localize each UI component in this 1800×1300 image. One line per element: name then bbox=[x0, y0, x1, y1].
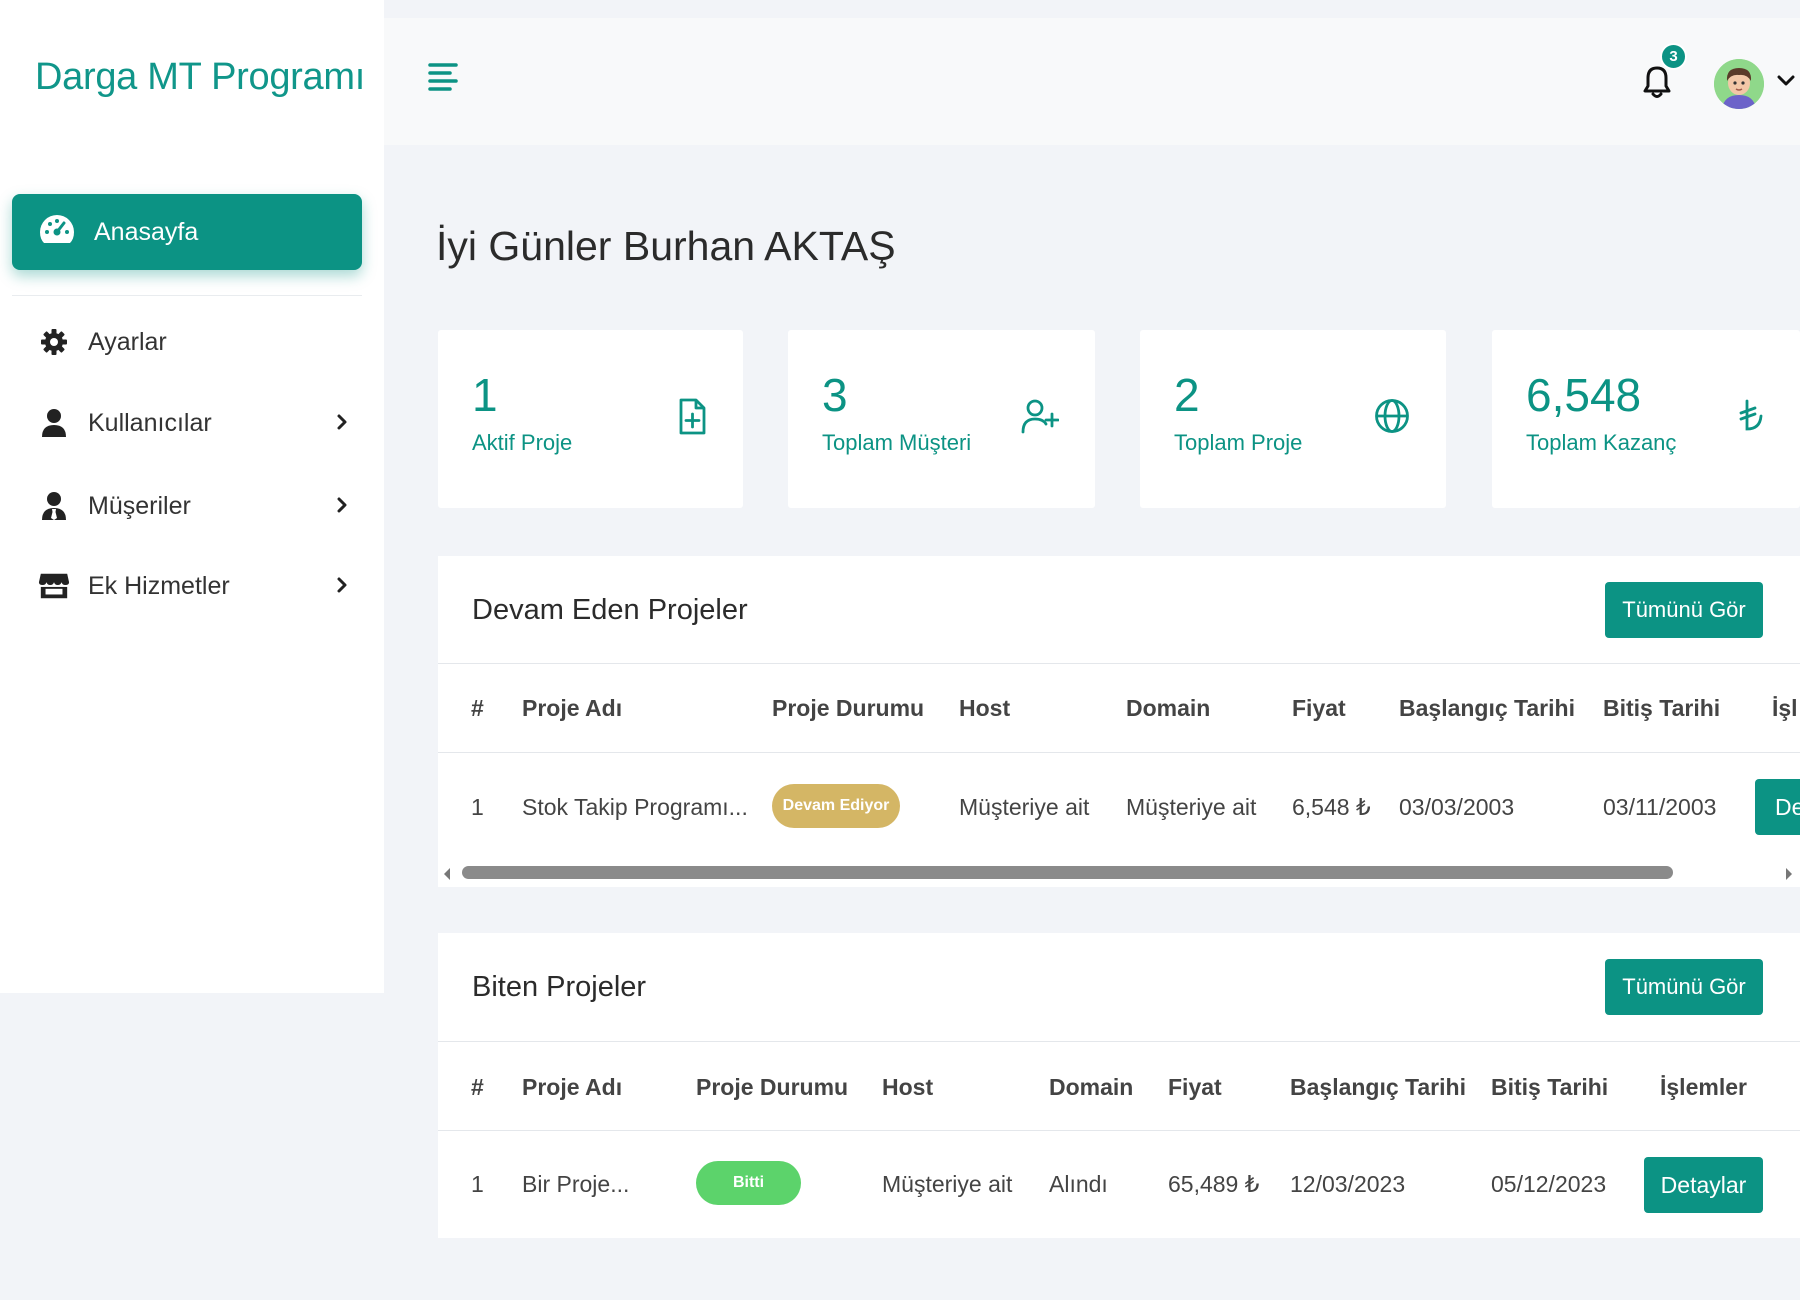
notification-count-badge: 3 bbox=[1660, 43, 1687, 70]
cell-host: Müşteriye ait bbox=[882, 1171, 1013, 1197]
stat-label: Toplam Kazanç bbox=[1526, 430, 1677, 455]
column-header: Proje Adı bbox=[522, 695, 623, 721]
column-header: Bitiş Tarihi bbox=[1491, 1074, 1609, 1100]
column-header: Proje Durumu bbox=[772, 695, 925, 721]
cell-project-name: Bir Proje... bbox=[522, 1171, 630, 1197]
cell-start-date: 12/03/2023 bbox=[1290, 1171, 1406, 1197]
store-icon bbox=[38, 571, 70, 601]
status-badge: Devam Ediyor bbox=[772, 784, 900, 828]
details-button[interactable]: Detaylar bbox=[1644, 1157, 1763, 1213]
page-title: İyi Günler Burhan AKTAŞ bbox=[436, 223, 896, 269]
brand-logo-text[interactable]: Darga MT Programı bbox=[35, 56, 365, 99]
user-avatar[interactable] bbox=[1714, 59, 1764, 109]
stat-value: 3 bbox=[822, 369, 848, 421]
chevron-right-icon bbox=[336, 572, 348, 601]
hamburger-menu-icon[interactable] bbox=[428, 62, 460, 97]
lira-icon bbox=[1738, 398, 1764, 437]
stat-label: Aktif Proje bbox=[472, 430, 573, 455]
chevron-down-icon[interactable] bbox=[1777, 74, 1795, 92]
sidebar: Darga MT Programı Anasayfa Ayarlar Kulla… bbox=[0, 0, 384, 993]
column-header: İşl bbox=[1772, 695, 1798, 721]
cell-row-number: 1 bbox=[471, 794, 484, 820]
stat-card-aktif-proje: 1 Aktif Proje bbox=[438, 330, 743, 508]
view-all-button[interactable]: Tümünü Gör bbox=[1605, 959, 1763, 1015]
view-all-button[interactable]: Tümünü Gör bbox=[1605, 582, 1763, 638]
divider bbox=[438, 663, 1800, 664]
sidebar-item-label: Kullanıcılar bbox=[88, 408, 212, 437]
column-header: Domain bbox=[1126, 695, 1211, 721]
column-header: Başlangıç Tarihi bbox=[1399, 695, 1575, 721]
divider bbox=[438, 752, 1800, 753]
ongoing-projects-card: Devam Eden Projeler Tümünü Gör # Proje A… bbox=[438, 556, 1800, 859]
stat-card-toplam-kazanc: 6,548 Toplam Kazanç bbox=[1492, 330, 1800, 508]
stat-value: 6,548 bbox=[1526, 369, 1642, 421]
globe-icon bbox=[1374, 398, 1410, 439]
dashboard-gauge-icon bbox=[38, 213, 94, 252]
details-button[interactable]: De bbox=[1755, 779, 1800, 835]
status-badge: Bitti bbox=[696, 1161, 801, 1205]
stat-value: 2 bbox=[1174, 369, 1200, 421]
column-header: Fiyat bbox=[1168, 1074, 1222, 1100]
scroll-right-arrow-icon[interactable] bbox=[1784, 867, 1794, 886]
sidebar-item-kullanicilar[interactable]: Kullanıcılar bbox=[38, 398, 348, 448]
sidebar-item-anasayfa[interactable]: Anasayfa bbox=[12, 194, 362, 270]
sidebar-item-museriler[interactable]: Müşeriler bbox=[38, 481, 348, 531]
stat-label: Toplam Proje bbox=[1174, 430, 1303, 455]
cell-row-number: 1 bbox=[471, 1171, 484, 1197]
column-header: Proje Durumu bbox=[696, 1074, 849, 1100]
stat-card-toplam-proje: 2 Toplam Proje bbox=[1140, 330, 1446, 508]
scrollbar-thumb[interactable] bbox=[462, 866, 1673, 879]
stat-card-toplam-musteri: 3 Toplam Müşteri bbox=[788, 330, 1095, 508]
card-title: Biten Projeler bbox=[472, 971, 647, 1003]
column-header: Bitiş Tarihi bbox=[1603, 695, 1721, 721]
card-title: Devam Eden Projeler bbox=[472, 594, 748, 626]
cell-project-name: Stok Takip Programı... bbox=[522, 794, 748, 820]
column-header: # bbox=[471, 1074, 484, 1100]
column-header: Proje Adı bbox=[522, 1074, 623, 1100]
user-plus-icon bbox=[1021, 398, 1060, 439]
sidebar-item-ek-hizmetler[interactable]: Ek Hizmetler bbox=[38, 561, 348, 611]
cell-domain: Alındı bbox=[1049, 1171, 1108, 1197]
cell-end-date: 03/11/2003 bbox=[1603, 794, 1717, 820]
column-header: Fiyat bbox=[1292, 695, 1346, 721]
finished-projects-card: Biten Projeler Tümünü Gör # Proje Adı Pr… bbox=[438, 933, 1800, 1238]
column-header: Host bbox=[882, 1074, 934, 1100]
stat-label: Toplam Müşteri bbox=[822, 430, 972, 455]
sidebar-item-label: Ayarlar bbox=[88, 327, 167, 356]
divider bbox=[438, 1130, 1800, 1131]
column-header: İşlemler bbox=[1660, 1074, 1747, 1100]
user-tie-icon bbox=[38, 491, 70, 521]
chevron-right-icon bbox=[336, 492, 348, 521]
sidebar-item-label: Müşeriler bbox=[88, 491, 191, 520]
sidebar-item-label: Ek Hizmetler bbox=[88, 571, 230, 600]
column-header: # bbox=[471, 695, 484, 721]
cell-price: 6,548 ₺ bbox=[1292, 794, 1371, 820]
cell-end-date: 05/12/2023 bbox=[1491, 1171, 1607, 1197]
column-header: Başlangıç Tarihi bbox=[1290, 1074, 1466, 1100]
column-header: Host bbox=[959, 695, 1011, 721]
cell-domain: Müşteriye ait bbox=[1126, 794, 1257, 820]
topbar bbox=[384, 18, 1800, 145]
sidebar-item-ayarlar[interactable]: Ayarlar bbox=[38, 317, 348, 367]
cell-host: Müşteriye ait bbox=[959, 794, 1090, 820]
scroll-left-arrow-icon[interactable] bbox=[442, 867, 452, 886]
sidebar-item-label: Anasayfa bbox=[94, 217, 199, 246]
chevron-right-icon bbox=[336, 409, 348, 438]
cell-price: 65,489 ₺ bbox=[1168, 1171, 1260, 1197]
bell-icon[interactable] bbox=[1642, 64, 1672, 105]
file-plus-icon bbox=[677, 398, 707, 441]
sidebar-divider bbox=[12, 295, 362, 296]
column-header: Domain bbox=[1049, 1074, 1134, 1100]
horizontal-scrollbar[interactable] bbox=[438, 859, 1800, 887]
gear-icon bbox=[38, 328, 70, 356]
divider bbox=[438, 1041, 1800, 1042]
stat-value: 1 bbox=[472, 369, 498, 421]
user-icon bbox=[38, 408, 70, 438]
cell-start-date: 03/03/2003 bbox=[1399, 794, 1515, 820]
